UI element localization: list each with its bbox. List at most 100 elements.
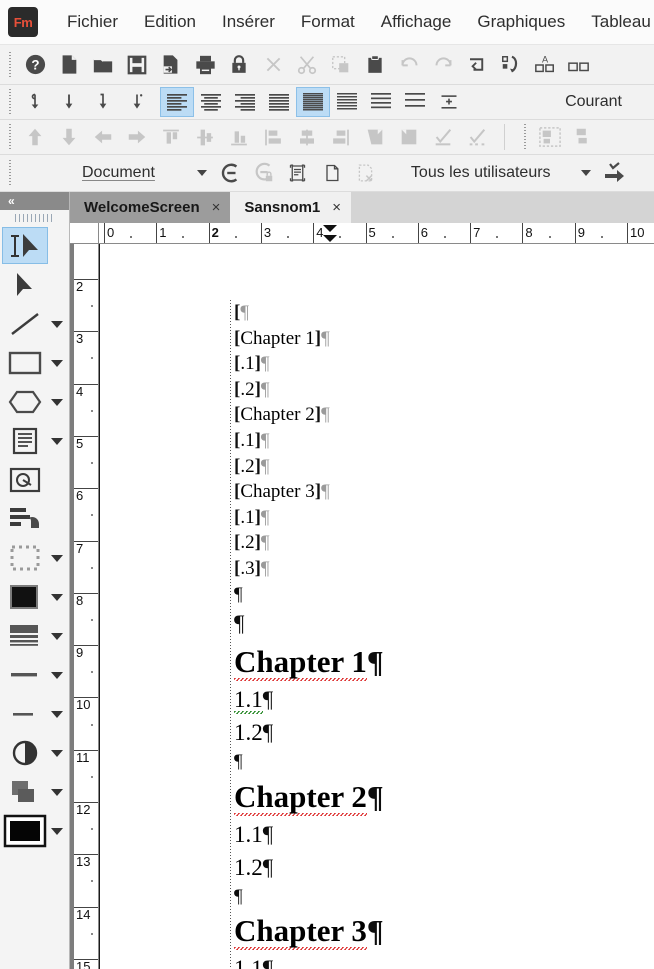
document-line[interactable]: [.3]¶	[230, 556, 560, 582]
line-width-tool-flyout-chevron-down-icon[interactable]	[51, 672, 63, 679]
document-line[interactable]: [¶	[230, 300, 560, 326]
indent-marker[interactable]	[322, 224, 338, 243]
color-swatch-tool-flyout-chevron-down-icon[interactable]	[51, 828, 63, 835]
line-spacing-wide-icon[interactable]	[364, 87, 398, 117]
print-icon[interactable]	[188, 50, 222, 80]
menu-tableau[interactable]: Tableau	[578, 8, 654, 36]
line-spacing-single-icon[interactable]	[18, 87, 52, 117]
fill-color-tool-flyout-chevron-down-icon[interactable]	[51, 594, 63, 601]
change-element-icon[interactable]	[494, 50, 528, 80]
line-spacing-dotted-icon[interactable]	[120, 87, 154, 117]
menu-edition[interactable]: Edition	[131, 8, 209, 36]
selection-area-tool[interactable]	[2, 539, 48, 576]
object-select-tool[interactable]	[2, 266, 48, 303]
document-line[interactable]: [Chapter 2]¶	[230, 402, 560, 428]
smart-select-tool[interactable]	[2, 227, 48, 264]
hotspot-tool[interactable]	[2, 500, 48, 537]
save-icon[interactable]	[120, 50, 154, 80]
document-line[interactable]: ¶	[230, 749, 560, 775]
rectangle-tool[interactable]	[2, 344, 48, 381]
toolbar-gripper[interactable]	[5, 160, 15, 186]
text-frame-tool-flyout-chevron-down-icon[interactable]	[51, 438, 63, 445]
paste-clipboard-icon[interactable]	[358, 50, 392, 80]
document-line[interactable]: ¶	[230, 607, 560, 640]
view-selector-chevron-down-icon[interactable]	[196, 170, 207, 176]
line-spacing-down-icon[interactable]	[52, 87, 86, 117]
overlap-tool-flyout-chevron-down-icon[interactable]	[51, 789, 63, 796]
horizontal-ruler[interactable]: 0 1 2 3 4 5 6 7 8 9 10	[70, 223, 654, 244]
document-line[interactable]: 1.1¶	[230, 818, 560, 851]
import-icon[interactable]	[154, 50, 188, 80]
new-document-icon[interactable]	[52, 50, 86, 80]
document-line[interactable]: [.1]¶	[230, 428, 560, 454]
polygon-tool-flyout-chevron-down-icon[interactable]	[51, 399, 63, 406]
text-frame[interactable]: [¶ [Chapter 1]¶ [.1]¶ [.2]¶ [Chapter 2]¶ [.1]…	[230, 300, 560, 969]
image-tool[interactable]	[2, 461, 48, 498]
document-page[interactable]: [¶ [Chapter 1]¶ [.1]¶ [.2]¶ [Chapter 2]¶ [.1]…	[99, 244, 654, 969]
character-format-icon[interactable]: A	[528, 50, 562, 80]
menu-affichage[interactable]: Affichage	[368, 8, 465, 36]
text-frame-tool[interactable]	[2, 422, 48, 459]
line-tool[interactable]	[2, 305, 48, 342]
paragraph-spacing-icon[interactable]	[432, 87, 466, 117]
track-changes-icon[interactable]	[213, 158, 247, 188]
tab-close-icon[interactable]: ×	[332, 199, 341, 216]
line-contrast-tool[interactable]	[2, 734, 48, 771]
polygon-tool[interactable]	[2, 383, 48, 420]
document-lines[interactable]: [¶ [Chapter 1]¶ [.1]¶ [.2]¶ [Chapter 2]¶ [.1]…	[230, 300, 560, 969]
align-left-icon[interactable]	[160, 87, 194, 117]
align-justify-icon[interactable]	[262, 87, 296, 117]
show-changes-icon[interactable]	[281, 158, 315, 188]
horizontal-ruler-scale[interactable]: 0 1 2 3 4 5 6 7 8 9 10	[99, 223, 654, 243]
line-spacing-fixed-icon[interactable]	[86, 87, 120, 117]
hide-changes-icon[interactable]	[315, 158, 349, 188]
line-style-tool-flyout-chevron-down-icon[interactable]	[51, 711, 63, 718]
document-line[interactable]: Chapter 3¶	[230, 909, 560, 952]
user-selector-chevron-down-icon[interactable]	[580, 170, 591, 176]
line-width-tool[interactable]	[2, 656, 48, 693]
insert-element-icon[interactable]	[460, 50, 494, 80]
open-folder-icon[interactable]	[86, 50, 120, 80]
document-tab-welcomescreen[interactable]: WelcomeScreen ×	[70, 192, 231, 223]
document-line[interactable]: Chapter 1¶	[230, 640, 560, 683]
menu-fichier[interactable]: Fichier	[54, 8, 131, 36]
line-style-tool[interactable]	[2, 695, 48, 732]
fill-color-tool[interactable]	[2, 578, 48, 615]
document-line[interactable]: 1.2¶	[230, 716, 560, 749]
document-line[interactable]: [Chapter 3]¶	[230, 479, 560, 505]
lock-icon[interactable]	[222, 50, 256, 80]
document-line[interactable]: 1.1¶	[230, 952, 560, 969]
document-line[interactable]: [Chapter 1]¶	[230, 326, 560, 352]
document-line[interactable]: [.2]¶	[230, 377, 560, 403]
user-selector-label[interactable]: Tous les utilisateurs	[405, 164, 557, 182]
fill-pattern-tool-flyout-chevron-down-icon[interactable]	[51, 633, 63, 640]
document-line[interactable]: 1.2¶	[230, 851, 560, 884]
line-spacing-normal-icon[interactable]	[330, 87, 364, 117]
toolbar-gripper[interactable]	[5, 89, 15, 115]
align-center-icon[interactable]	[194, 87, 228, 117]
document-line[interactable]: Chapter 2¶	[230, 775, 560, 818]
selection-area-tool-flyout-chevron-down-icon[interactable]	[51, 555, 63, 562]
line-spacing-double-icon[interactable]	[398, 87, 432, 117]
document-line[interactable]: [.2]¶	[230, 454, 560, 480]
document-line[interactable]: ¶	[230, 582, 560, 608]
apply-changes-icon[interactable]	[597, 158, 631, 188]
document-line[interactable]: ¶	[230, 884, 560, 910]
element-catalog-icon[interactable]	[562, 50, 596, 80]
tools-panel-gripper[interactable]	[0, 210, 69, 226]
fill-pattern-tool[interactable]	[2, 617, 48, 654]
view-selector-label[interactable]: Document	[76, 164, 161, 182]
align-right-icon[interactable]	[228, 87, 262, 117]
document-line[interactable]: [.1]¶	[230, 505, 560, 531]
rectangle-tool-flyout-chevron-down-icon[interactable]	[51, 360, 63, 367]
line-tool-flyout-chevron-down-icon[interactable]	[51, 321, 63, 328]
toolbar-gripper[interactable]	[5, 124, 15, 150]
line-contrast-tool-flyout-chevron-down-icon[interactable]	[51, 750, 63, 757]
vertical-ruler[interactable]: 2 3 4 5 6 7 8 9 10 11 12 13 14 15	[70, 244, 99, 969]
menu-format[interactable]: Format	[288, 8, 368, 36]
tools-panel-collapse-button[interactable]: «	[0, 192, 69, 210]
document-line[interactable]: [.1]¶	[230, 351, 560, 377]
toolbar-gripper[interactable]	[520, 124, 530, 150]
color-swatch-tool[interactable]	[2, 812, 48, 849]
help-icon[interactable]: ?	[18, 50, 52, 80]
